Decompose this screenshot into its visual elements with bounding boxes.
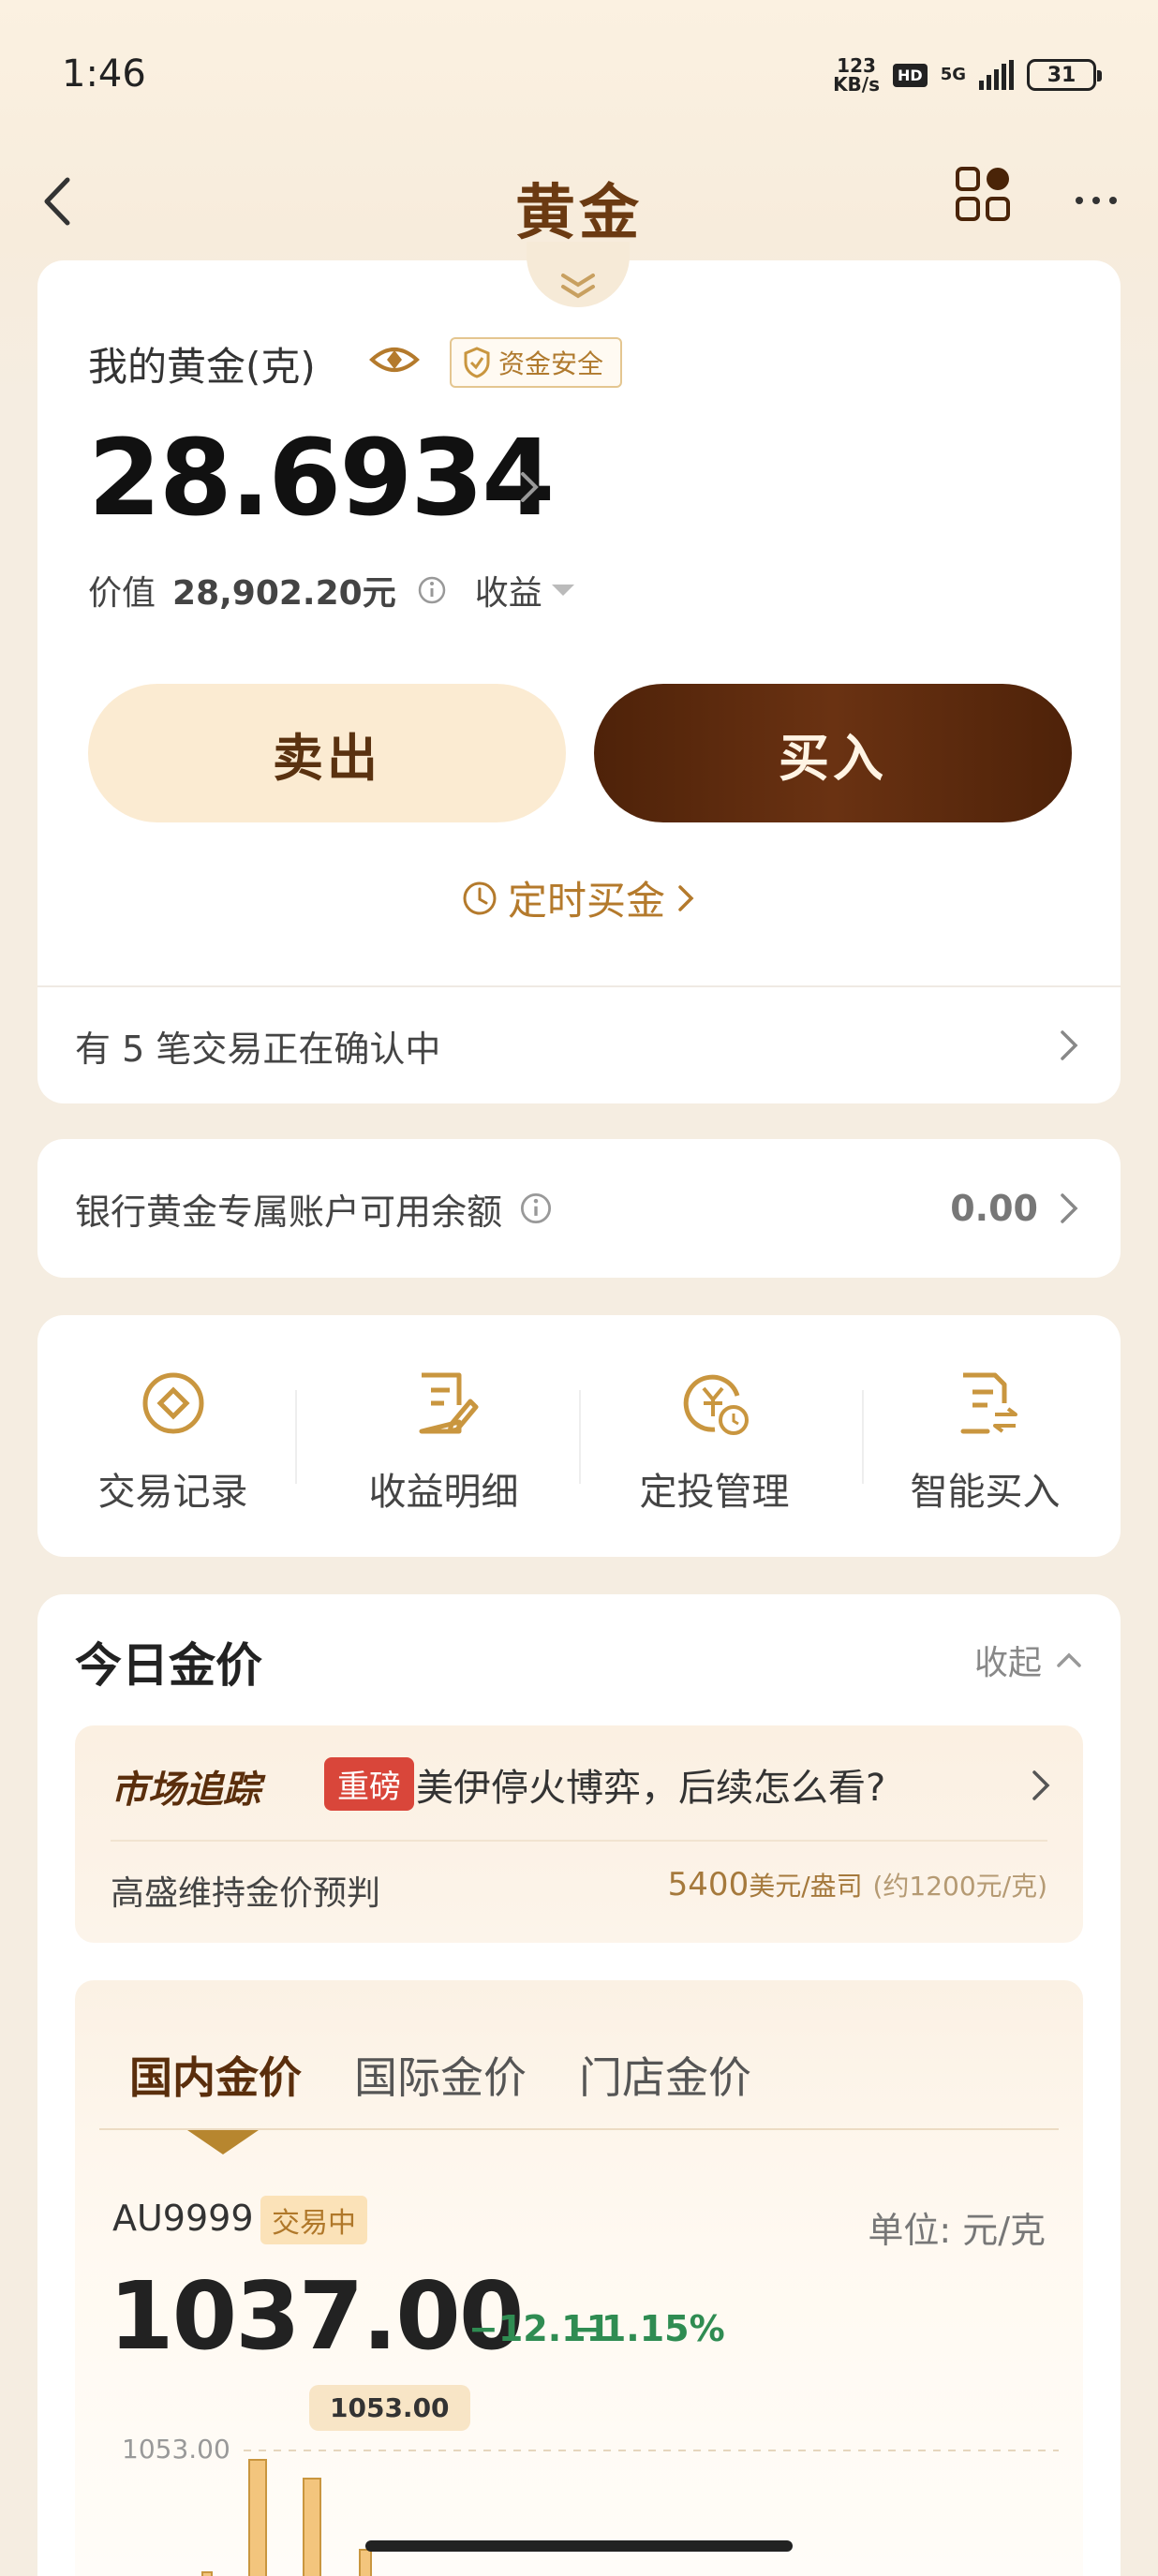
quick-menu-card: 交易记录 收益明细 定投管理 智能买入 bbox=[37, 1315, 1121, 1557]
collapse-toggle[interactable] bbox=[527, 242, 630, 307]
value-label: 价值 bbox=[88, 574, 156, 613]
chart-bar bbox=[248, 2459, 267, 2576]
unit-label: 单位: 元/克 bbox=[868, 2210, 1046, 2251]
headline-badge: 重磅 bbox=[324, 1757, 414, 1811]
chevron-right-icon bbox=[678, 884, 694, 911]
network-type: 5G bbox=[940, 65, 966, 84]
chevron-right-icon bbox=[1061, 1030, 1078, 1060]
gold-amount[interactable]: 28.6934 bbox=[88, 418, 555, 540]
price-change-percent: −1.15% bbox=[572, 2308, 725, 2349]
chevron-right-icon[interactable] bbox=[515, 466, 543, 508]
profit-toggle[interactable]: 收益 bbox=[475, 566, 542, 614]
news-subtitle: 高盛维持金价预判 bbox=[111, 1874, 381, 1913]
more-icon[interactable] bbox=[1068, 172, 1124, 229]
net-speed: 123 KB/s bbox=[833, 54, 881, 96]
news-headline: 美伊停火博弈，后续怎么看? bbox=[416, 1767, 886, 1810]
product-code: AU9999 bbox=[112, 2198, 254, 2239]
menu-item-auto-invest[interactable]: 定投管理 bbox=[579, 1315, 850, 1557]
info-icon[interactable] bbox=[417, 575, 447, 605]
home-indicator bbox=[365, 2540, 793, 2552]
timed-buy-link[interactable]: 定时买金 bbox=[37, 869, 1121, 926]
active-tab-indicator bbox=[187, 2130, 259, 2154]
fund-safety-badge[interactable]: 资金安全 bbox=[450, 337, 623, 388]
document-exchange-icon bbox=[960, 1372, 1017, 1434]
info-icon[interactable] bbox=[519, 1192, 553, 1225]
divider bbox=[37, 985, 1121, 987]
market-tracking-tag: 市场追踪 bbox=[111, 1769, 260, 1812]
chart-bar bbox=[359, 2549, 372, 2576]
balance-value: 0.00 bbox=[950, 1188, 1038, 1229]
account-balance-card[interactable]: 银行黄金专属账户可用余额 0.00 bbox=[37, 1139, 1121, 1278]
yuan-clock-icon bbox=[683, 1374, 749, 1435]
battery-icon: 31 bbox=[1027, 59, 1102, 91]
status-time: 1:46 bbox=[62, 52, 146, 96]
gold-holding-label: 我的黄金(克) bbox=[88, 344, 316, 390]
value-row: 价值 28,902.20元 收益 bbox=[88, 566, 574, 614]
balance-label: 银行黄金专属账户可用余额 bbox=[75, 1191, 503, 1233]
today-gold-price-card: 今日金价 收起 市场追踪 重磅 美伊停火博弈，后续怎么看? 高盛维持金价预判 5… bbox=[37, 1594, 1121, 2576]
current-price: 1037.00 bbox=[109, 2261, 524, 2371]
chevron-right-icon bbox=[1061, 1193, 1078, 1223]
section-title: 今日金价 bbox=[75, 1638, 262, 1693]
trading-status-badge: 交易中 bbox=[260, 2196, 367, 2244]
target-icon bbox=[142, 1372, 203, 1434]
clock-icon bbox=[463, 881, 497, 914]
status-icons: 123 KB/s HD 5G 31 bbox=[833, 54, 1102, 96]
tab-international-price[interactable]: 国际金价 bbox=[354, 2044, 527, 2106]
caret-down-icon bbox=[551, 585, 574, 596]
menu-item-smart-buy[interactable]: 智能买入 bbox=[850, 1315, 1121, 1557]
signal-icon bbox=[979, 60, 1014, 90]
status-bar: 1:46 123 KB/s HD 5G 31 bbox=[0, 0, 1158, 150]
shield-check-icon bbox=[464, 347, 490, 378]
price-tabs: 国内金价 国际金价 门店金价 bbox=[129, 2044, 751, 2106]
hd-icon: HD bbox=[893, 63, 928, 87]
chevron-up-icon bbox=[1057, 1652, 1081, 1667]
pending-transactions-row[interactable]: 有 5 笔交易正在确认中 bbox=[75, 989, 1083, 1102]
market-news-banner[interactable]: 市场追踪 重磅 美伊停火博弈，后续怎么看? 高盛维持金价预判 5400美元/盎司… bbox=[75, 1725, 1083, 1943]
buy-button[interactable]: 买入 bbox=[594, 684, 1072, 822]
double-chevron-down-icon bbox=[561, 274, 595, 299]
holding-value: 28,902.20元 bbox=[172, 574, 396, 613]
price-panel: 国内金价 国际金价 门店金价 AU9999 交易中 单位: 元/克 1037.0… bbox=[75, 1980, 1083, 2576]
menu-item-profit-detail[interactable]: 收益明细 bbox=[308, 1315, 579, 1557]
chart-bar bbox=[303, 2478, 321, 2576]
tab-store-price[interactable]: 门店金价 bbox=[579, 2044, 751, 2106]
news-forecast: 5400美元/盎司 (约1200元/克) bbox=[667, 1866, 1047, 1903]
balance-row: 银行黄金专属账户可用余额 0.00 bbox=[75, 1139, 1083, 1278]
gold-holding-card: 我的黄金(克) 资金安全 28.6934 价值 28,902.20元 收益 卖出… bbox=[37, 242, 1121, 1103]
chart-tooltip: 1053.00 bbox=[309, 2385, 470, 2431]
chevron-right-icon bbox=[1032, 1770, 1050, 1800]
eye-icon[interactable] bbox=[369, 341, 420, 378]
chart-axis-label: 1053.00 bbox=[122, 2434, 230, 2465]
chart-bar bbox=[201, 2571, 213, 2576]
apps-icon[interactable] bbox=[954, 163, 1016, 225]
menu-item-trade-records[interactable]: 交易记录 bbox=[37, 1315, 308, 1557]
tab-domestic-price[interactable]: 国内金价 bbox=[129, 2044, 302, 2106]
collapse-button[interactable]: 收起 bbox=[974, 1636, 1083, 1684]
document-edit-icon bbox=[419, 1372, 478, 1434]
sell-button[interactable]: 卖出 bbox=[88, 684, 566, 822]
